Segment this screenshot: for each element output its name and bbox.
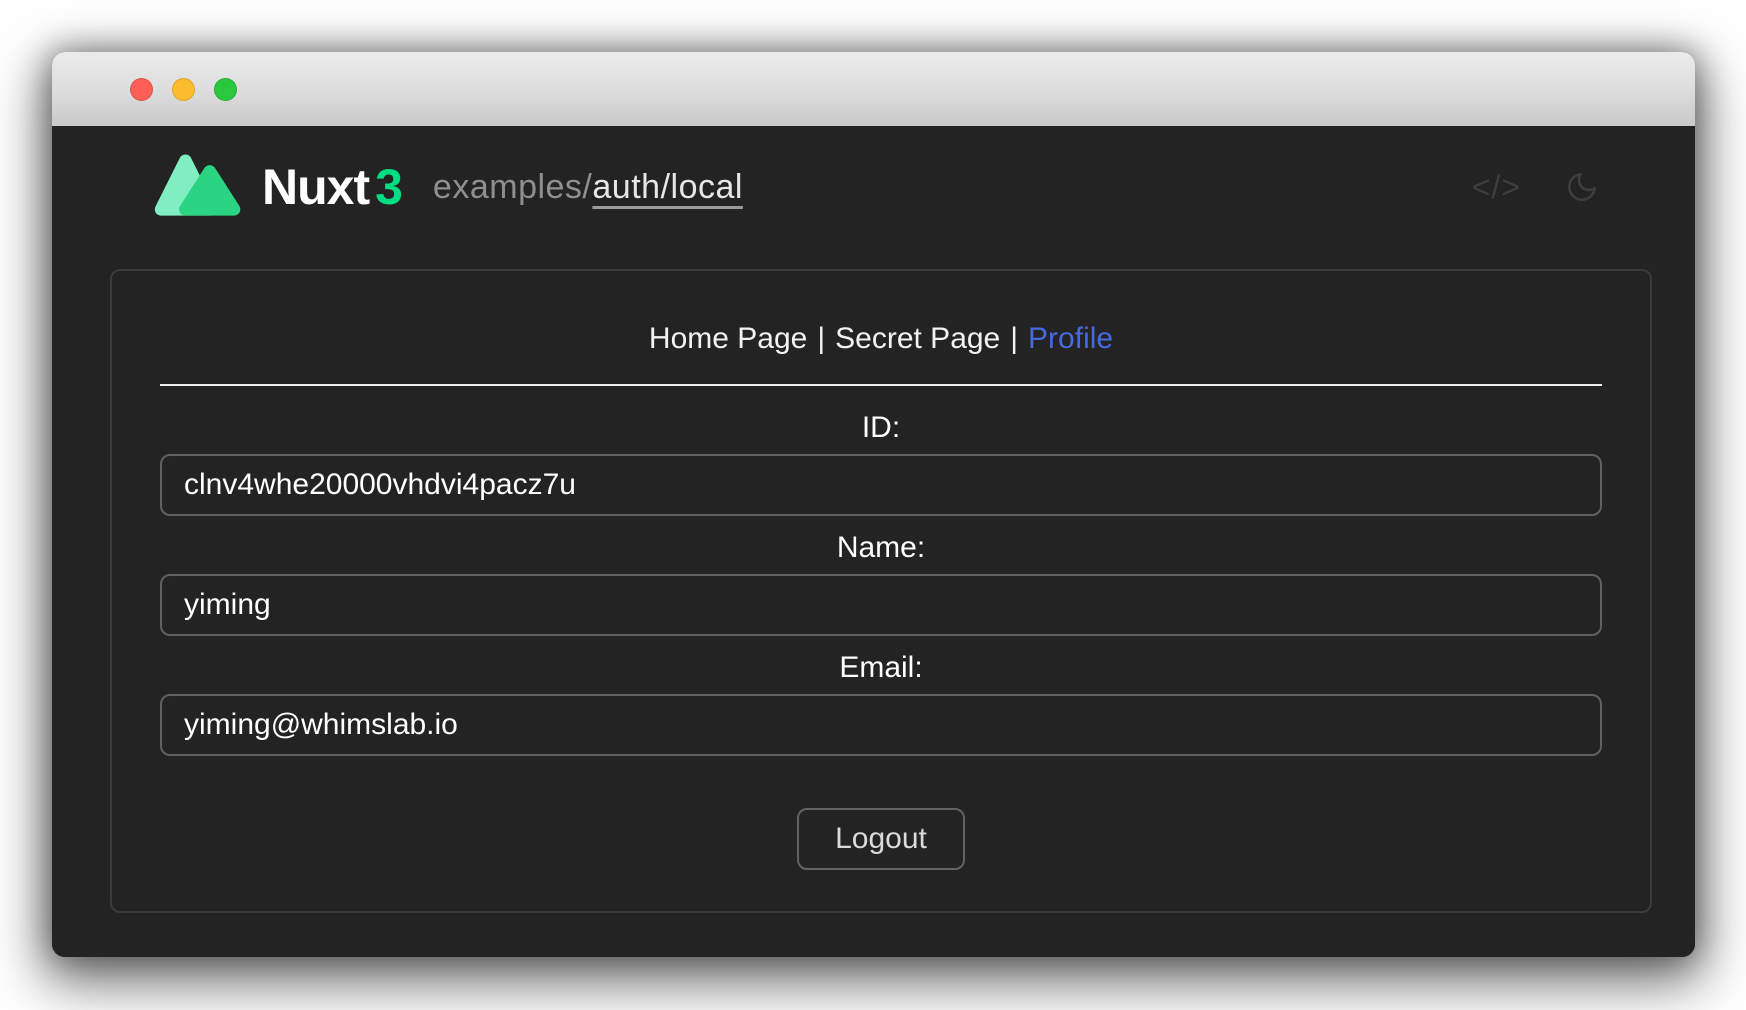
email-field-label: Email:: [160, 650, 1602, 686]
nav-link-secret-page[interactable]: Secret Page: [835, 322, 1000, 355]
screenshot-stage: Nuxt 3 examples/auth/local </> Home Pa: [0, 0, 1746, 1010]
traffic-lights: [130, 78, 237, 101]
minimize-window-button[interactable]: [172, 78, 195, 101]
name-input[interactable]: [160, 574, 1602, 636]
brand-name: Nuxt: [262, 158, 369, 216]
page-content: Nuxt 3 examples/auth/local </> Home Pa: [52, 126, 1695, 957]
brand-version: 3: [375, 158, 403, 216]
name-field-label: Name:: [160, 530, 1602, 566]
source-code-icon[interactable]: </>: [1472, 169, 1521, 206]
nuxt-logo-icon: [152, 153, 248, 221]
nav-separator: |: [1000, 322, 1028, 355]
page-nav: Home Page|Secret Page|Profile: [160, 321, 1602, 357]
breadcrumb-prefix: examples/: [433, 168, 592, 206]
breadcrumb: examples/auth/local: [433, 168, 743, 207]
close-window-button[interactable]: [130, 78, 153, 101]
id-input[interactable]: [160, 454, 1602, 516]
logout-button-row: Logout: [160, 808, 1602, 870]
nav-divider: [160, 384, 1602, 386]
zoom-window-button[interactable]: [214, 78, 237, 101]
nav-link-profile[interactable]: Profile: [1028, 322, 1113, 355]
header-icons: </>: [1472, 169, 1599, 206]
logout-button[interactable]: Logout: [797, 808, 965, 870]
window-titlebar[interactable]: [52, 52, 1695, 126]
dark-mode-moon-icon[interactable]: [1565, 170, 1599, 204]
app-header: Nuxt 3 examples/auth/local </>: [52, 126, 1695, 222]
browser-window: Nuxt 3 examples/auth/local </> Home Pa: [52, 52, 1695, 957]
email-input[interactable]: [160, 694, 1602, 756]
nuxt-brand-link[interactable]: Nuxt 3: [152, 153, 403, 221]
nav-separator: |: [807, 322, 835, 355]
breadcrumb-current-link[interactable]: auth/local: [592, 168, 743, 206]
id-field-label: ID:: [160, 410, 1602, 446]
profile-card: Home Page|Secret Page|Profile ID: Name: …: [110, 269, 1652, 913]
nav-link-home-page[interactable]: Home Page: [649, 322, 807, 355]
